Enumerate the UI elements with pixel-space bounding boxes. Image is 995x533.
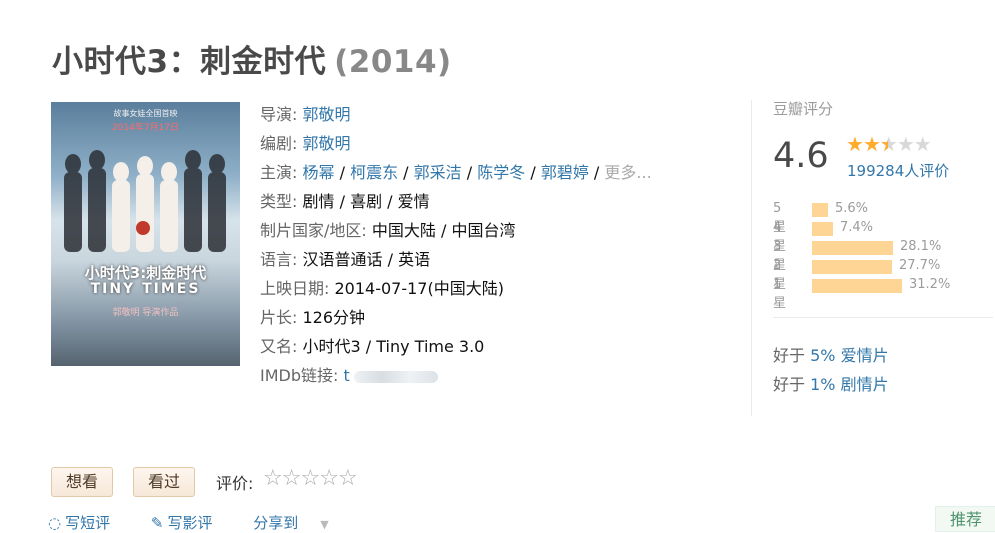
aka-row: 又名: 小时代3 / Tiny Time 3.0 xyxy=(260,332,652,361)
star-full-icon: ★ xyxy=(862,132,881,156)
director-label: 导演: xyxy=(260,105,298,124)
better-than-link[interactable]: 5% 爱情片 xyxy=(810,346,888,365)
star-half-icon: ★★ xyxy=(879,132,898,156)
language-label: 语言: xyxy=(260,250,298,269)
better-than-prefix: 好于 xyxy=(773,346,806,365)
runtime-label: 片长: xyxy=(260,308,298,327)
star-outline-icon[interactable]: ☆ xyxy=(338,466,358,491)
poster-tagline: 故事女娃全国首映 xyxy=(113,109,178,118)
rating-bar-label: 1星 xyxy=(773,277,787,311)
rating-bar xyxy=(812,203,828,217)
cast-row: 主演: 杨幂 / 柯震东 / 郭采洁 / 陈学冬 / 郭碧婷 / 更多... xyxy=(260,163,652,182)
rating-bar xyxy=(812,241,893,255)
cast-link[interactable]: 郭采洁 xyxy=(414,163,462,182)
poster-title-cn: 小时代3:刺金时代 xyxy=(84,264,207,282)
user-rating-stars[interactable]: ☆☆☆☆☆ xyxy=(263,466,358,491)
comment-icon: ◌ xyxy=(48,514,62,532)
genre-value: 爱情 xyxy=(397,192,430,211)
rating-votes-link[interactable]: 199284人评价 xyxy=(847,160,949,181)
imdb-label: IMDb链接: xyxy=(260,366,339,385)
director-link[interactable]: 郭敬明 xyxy=(303,105,351,124)
imdb-redacted xyxy=(353,370,438,383)
genre-label: 类型: xyxy=(260,192,298,211)
cast-link[interactable]: 郭碧婷 xyxy=(541,163,589,182)
star-full-icon: ★ xyxy=(846,132,864,156)
star-outline-icon[interactable]: ☆ xyxy=(300,466,320,491)
star-outline-icon[interactable]: ☆ xyxy=(263,466,283,491)
watched-button[interactable]: 看过 xyxy=(133,467,196,497)
writer-link[interactable]: 郭敬明 xyxy=(303,134,351,153)
write-review-link[interactable]: ✎ 写影评 xyxy=(151,514,231,532)
rating-divider xyxy=(773,317,993,318)
language-value: 汉语普通话 / 英语 xyxy=(302,250,431,269)
cast-link[interactable]: 杨幂 xyxy=(303,163,335,182)
runtime-row: 片长: 126分钟 xyxy=(260,303,652,332)
pencil-icon: ✎ xyxy=(150,514,164,532)
release-row: 上映日期: 2014-07-17(中国大陆) xyxy=(260,274,652,303)
page-title: 小时代3：刺金时代 (2014) xyxy=(52,36,452,81)
section-divider xyxy=(751,100,752,416)
genre-row: 类型: 剧情 / 喜剧 / 爱情 xyxy=(260,192,430,211)
imdb-link[interactable]: t xyxy=(344,366,350,385)
aka-label: 又名: xyxy=(260,337,298,356)
country-label: 制片国家/地区: xyxy=(260,221,367,240)
better-than-prefix: 好于 xyxy=(773,375,806,394)
want-to-watch-button[interactable]: 想看 xyxy=(51,467,114,497)
movie-title: 小时代3：刺金时代 xyxy=(52,44,327,80)
star-empty-icon: ★ xyxy=(896,132,915,156)
better-than-row: 好于 5% 爱情片 xyxy=(773,342,889,366)
rating-header: 豆瓣评分 xyxy=(773,100,834,118)
rating-bar xyxy=(812,279,902,293)
rating-stars: ★★★★★★ xyxy=(846,132,932,156)
imdb-row: IMDb链接: t xyxy=(260,361,652,390)
star-outline-icon[interactable]: ☆ xyxy=(282,466,302,491)
cast-label: 主演: xyxy=(260,163,298,182)
rating-bar-percent: 27.7% xyxy=(899,258,941,273)
poster-credit: 郭敬明 导演作品 xyxy=(112,308,179,318)
release-label: 上映日期: xyxy=(260,279,330,298)
director-row: 导演: 郭敬明 xyxy=(260,100,652,129)
cast-more-link[interactable]: 更多... xyxy=(604,163,651,182)
rating-bar xyxy=(812,260,892,274)
poster-title-en: TINY TIMES xyxy=(90,281,201,297)
write-short-review-link[interactable]: ◌ 写短评 xyxy=(48,514,128,532)
writer-row: 编剧: 郭敬明 xyxy=(260,129,652,158)
cast-link[interactable]: 陈学冬 xyxy=(477,163,525,182)
rating-bar-percent: 5.6% xyxy=(835,201,869,216)
movie-poster[interactable]: 故事女娃全国首映 2014年7月17日 小时代3:刺金时代 TINY TIMES… xyxy=(51,102,240,366)
genre-value: 喜剧 xyxy=(350,192,383,211)
better-than-row: 好于 1% 剧情片 xyxy=(773,371,889,395)
star-empty-icon: ★ xyxy=(913,132,932,156)
poster-cast-figures xyxy=(64,150,226,252)
poster-release-date: 2014年7月17日 xyxy=(111,123,180,133)
chevron-down-icon: ▼ xyxy=(320,518,329,531)
movie-info: 导演: 郭敬明 编剧: 郭敬明 主演: 杨幂 / 柯震东 / 郭采洁 / 陈学冬… xyxy=(260,100,652,390)
country-value: 中国大陆 / 中国台湾 xyxy=(371,221,516,240)
rating-bar-percent: 31.2% xyxy=(909,277,951,292)
rating-bar xyxy=(812,222,833,236)
action-links: ◌ 写短评 ✎ 写影评 分享到 ▼ xyxy=(48,512,365,533)
genre-value: 剧情 xyxy=(302,192,335,211)
star-outline-icon[interactable]: ☆ xyxy=(319,466,339,491)
movie-year: (2014) xyxy=(334,44,452,80)
recommend-button[interactable]: 推荐 xyxy=(935,506,995,532)
rating-panel: 豆瓣评分 4.6 ★★★★★★ 199284人评价 5星 5.6% 4星 7.4… xyxy=(773,98,993,394)
language-row: 语言: 汉语普通话 / 英语 xyxy=(260,245,652,274)
rating-score: 4.6 xyxy=(773,136,829,176)
country-row: 制片国家/地区: 中国大陆 / 中国台湾 xyxy=(260,216,652,245)
aka-value: 小时代3 / Tiny Time 3.0 xyxy=(302,337,485,356)
runtime-value: 126分钟 xyxy=(302,308,366,327)
writer-label: 编剧: xyxy=(260,134,298,153)
better-than-link[interactable]: 1% 剧情片 xyxy=(810,375,888,394)
cast-link[interactable]: 柯震东 xyxy=(350,163,398,182)
rating-bar-percent: 7.4% xyxy=(840,220,874,235)
release-value: 2014-07-17(中国大陆) xyxy=(334,279,504,298)
rating-bar-percent: 28.1% xyxy=(900,239,942,254)
rate-label: 评价: xyxy=(216,474,254,493)
share-dropdown[interactable]: 分享到 ▼ xyxy=(253,514,346,532)
